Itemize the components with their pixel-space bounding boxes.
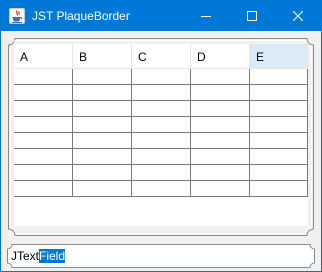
table-cell[interactable] <box>191 69 250 85</box>
column-header-e[interactable]: E <box>250 44 308 69</box>
column-header-b[interactable]: B <box>73 44 132 69</box>
textfield-unselected-text: JText <box>11 249 40 263</box>
table-cell[interactable] <box>14 101 73 117</box>
table-cell[interactable] <box>132 133 191 149</box>
table-row[interactable] <box>14 133 308 149</box>
table-row[interactable] <box>14 101 308 117</box>
table-cell[interactable] <box>250 101 308 117</box>
table-cell[interactable] <box>132 85 191 101</box>
table-cell[interactable] <box>250 133 308 149</box>
maximize-icon <box>247 11 257 21</box>
table-header: A B C D E <box>14 44 308 69</box>
table-row[interactable] <box>14 181 308 197</box>
table-cell[interactable] <box>14 69 73 85</box>
table-row[interactable] <box>14 149 308 165</box>
table-cell[interactable] <box>250 117 308 133</box>
column-header-d[interactable]: D <box>191 44 250 69</box>
table-cell[interactable] <box>250 181 308 197</box>
table-cell[interactable] <box>250 85 308 101</box>
minimize-icon <box>201 16 211 17</box>
table-row[interactable] <box>14 85 308 101</box>
table-cell[interactable] <box>250 149 308 165</box>
minimize-button[interactable] <box>183 1 229 31</box>
table-cell[interactable] <box>73 133 132 149</box>
column-header-a[interactable]: A <box>14 44 73 69</box>
table-row[interactable] <box>14 117 308 133</box>
table-cell[interactable] <box>132 101 191 117</box>
table-cell[interactable] <box>250 69 308 85</box>
client-area: A B C D E JTextField <box>1 31 321 271</box>
table-row[interactable] <box>14 165 308 181</box>
java-app-icon <box>9 8 25 24</box>
table-cell[interactable] <box>14 149 73 165</box>
title-bar[interactable]: JST PlaqueBorder <box>1 1 321 31</box>
table-cell[interactable] <box>14 181 73 197</box>
close-button[interactable] <box>275 1 321 31</box>
table-cell[interactable] <box>191 181 250 197</box>
table-cell[interactable] <box>250 165 308 181</box>
table-cell[interactable] <box>132 165 191 181</box>
table-cell[interactable] <box>132 117 191 133</box>
table-cell[interactable] <box>132 149 191 165</box>
table-cell[interactable] <box>73 85 132 101</box>
table-cell[interactable] <box>73 101 132 117</box>
table-cell[interactable] <box>73 165 132 181</box>
app-window: JST PlaqueBorder A B C D E JTextField <box>0 0 322 272</box>
table-cell[interactable] <box>132 181 191 197</box>
jtextfield-container: JTextField <box>5 244 317 268</box>
table-cell[interactable] <box>14 85 73 101</box>
table-cell[interactable] <box>73 69 132 85</box>
table-cell[interactable] <box>191 85 250 101</box>
table-cell[interactable] <box>14 133 73 149</box>
table-cell[interactable] <box>132 69 191 85</box>
table-cell[interactable] <box>191 117 250 133</box>
textfield-selected-text: Field <box>39 249 66 263</box>
column-header-c[interactable]: C <box>132 44 191 69</box>
data-table[interactable]: A B C D E <box>14 44 308 226</box>
table-cell[interactable] <box>73 149 132 165</box>
table-cell[interactable] <box>73 117 132 133</box>
table-cell[interactable] <box>191 149 250 165</box>
table-cell[interactable] <box>73 181 132 197</box>
table-body <box>14 69 308 197</box>
window-title: JST PlaqueBorder <box>32 9 130 23</box>
close-icon <box>293 11 303 21</box>
table-cell[interactable] <box>191 101 250 117</box>
table-cell[interactable] <box>191 165 250 181</box>
table-cell[interactable] <box>14 117 73 133</box>
table-row[interactable] <box>14 69 308 85</box>
table-cell[interactable] <box>191 133 250 149</box>
table-cell[interactable] <box>14 165 73 181</box>
jtextfield-input[interactable]: JTextField <box>11 248 66 264</box>
maximize-button[interactable] <box>229 1 275 31</box>
